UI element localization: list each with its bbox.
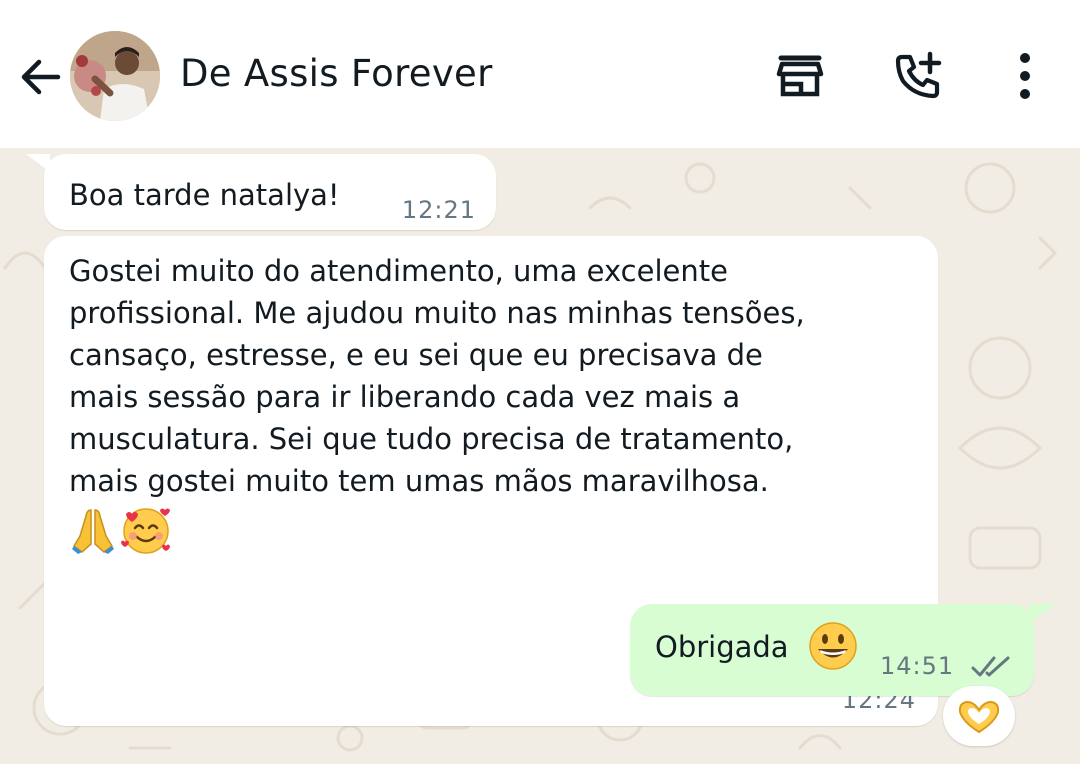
incoming-message[interactable]: Boa tarde natalya! 12:21 (44, 154, 496, 230)
message-time: 12:21 (401, 196, 476, 224)
catalog-button[interactable] (772, 48, 828, 104)
chat-header: De Assis Forever (0, 0, 1080, 148)
message-line: Gostei muito do atendimento, uma excelen… (69, 254, 728, 288)
folded-hands-emoji (72, 509, 114, 554)
contact-name[interactable]: De Assis Forever (180, 52, 493, 95)
more-vertical-icon (1020, 53, 1030, 99)
message-reaction[interactable] (943, 686, 1015, 746)
message-list[interactable]: Boa tarde natalya! 12:21 Gostei muito do… (0, 148, 1080, 764)
message-line: musculatura. Sei que tudo precisa de tra… (69, 422, 794, 456)
add-call-button[interactable] (890, 48, 946, 104)
smiling-face-with-hearts-emoji (121, 508, 170, 554)
heart-hands-emoji (958, 700, 1000, 734)
storefront-icon (776, 55, 824, 97)
bubble-tail (1028, 604, 1056, 624)
message-time: 14:51 (880, 652, 955, 680)
read-double-check-icon (971, 656, 1010, 677)
contact-avatar[interactable] (70, 31, 160, 121)
add-call-icon (895, 51, 942, 99)
more-options-button[interactable] (1000, 48, 1050, 104)
message-line: mais sessão para ir liberando cada vez m… (69, 380, 741, 414)
message-line: profissional. Me ajudou muito nas minhas… (69, 296, 805, 330)
grinning-face-emoji (809, 622, 857, 670)
arrow-left-icon (21, 59, 61, 95)
message-line: mais gostei muito tem umas mãos maravilh… (69, 464, 769, 498)
message-text: Obrigada (655, 630, 789, 664)
back-button[interactable] (16, 52, 66, 102)
message-text: Boa tarde natalya! (69, 178, 340, 212)
outgoing-message[interactable]: Obrigada 14:51 (630, 604, 1034, 696)
message-line: cansaço, estresse, e eu sei que eu preci… (69, 338, 763, 372)
bubble-tail (26, 154, 50, 172)
